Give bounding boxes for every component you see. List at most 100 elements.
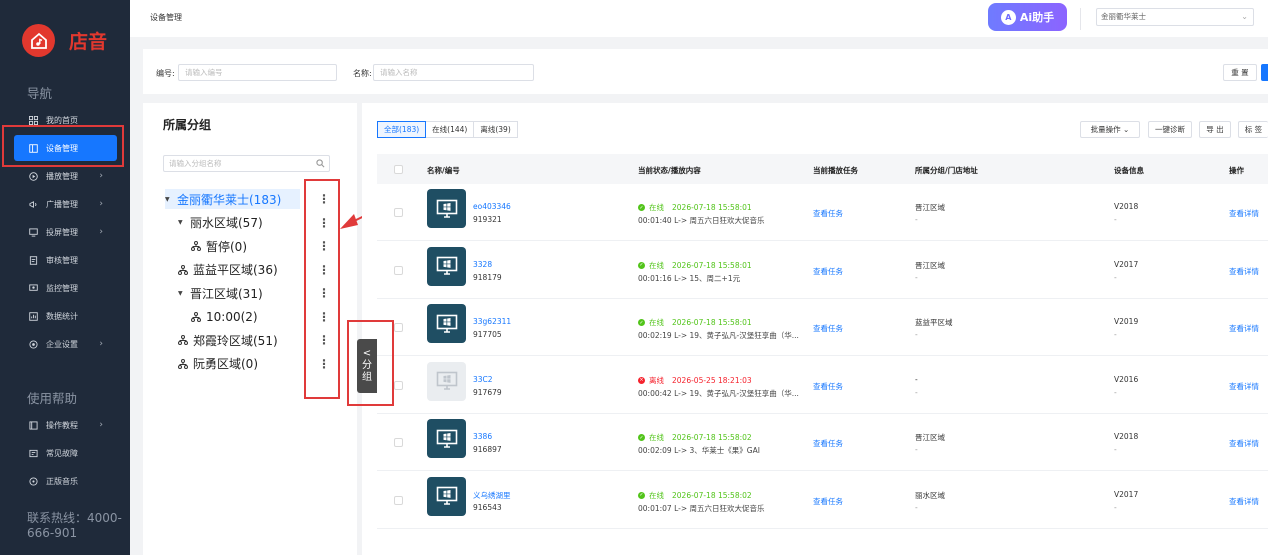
sidebar-item-screen-cast[interactable]: 投屏管理 ›	[14, 219, 117, 245]
status-text: 在线	[649, 203, 664, 212]
table-row[interactable]: 33g62311 917705 ✓ 在线 2026-07-18 15:58:01 00:0…	[377, 299, 1268, 356]
group-tree-title: 所属分组	[163, 118, 212, 132]
tree-node[interactable]: 10:00(2)	[191, 307, 258, 327]
view-task-link[interactable]: 查看任务	[813, 381, 843, 392]
device-code-link[interactable]: eo403346	[473, 202, 511, 211]
device-code-link[interactable]: 33g62311	[473, 317, 511, 326]
tree-node[interactable]: ▼ 晋江区域(31)	[178, 283, 263, 303]
sidebar-item-settings[interactable]: 企业设置 ›	[14, 331, 117, 357]
group-icon	[178, 264, 188, 275]
status-text: 在线	[649, 260, 664, 270]
table-row[interactable]: 3386 916897 ✓ 在线 2026-07-18 15:58:02 00:02:09…	[377, 414, 1268, 471]
caret-down-icon[interactable]: ▼	[178, 290, 186, 297]
device-number: 918179	[473, 272, 502, 282]
sidebar-item-label: 播放管理	[46, 171, 78, 181]
screen-cast-icon	[28, 227, 39, 238]
sidebar-item-monitor[interactable]: 监控管理	[14, 275, 117, 301]
view-task-link[interactable]: 查看任务	[813, 208, 843, 219]
status-text: 在线	[649, 318, 664, 327]
tree-node[interactable]: ▼ 丽水区域(57)	[178, 213, 263, 233]
table-row[interactable]: 3328 918179 ✓ 在线 2026-07-18 15:58:01 00:01:16…	[377, 242, 1268, 299]
batch-operation-button[interactable]: 批量操作 ⌄	[1080, 121, 1140, 138]
device-code-link[interactable]: 义乌绣湖里	[473, 490, 511, 501]
tab-online[interactable]: 在线(144)	[425, 121, 475, 138]
select-all-checkbox[interactable]	[394, 165, 403, 174]
view-task-link[interactable]: 查看任务	[813, 323, 843, 334]
view-detail-link[interactable]: 查看详情	[1229, 323, 1259, 334]
sidebar-item-stats[interactable]: 数据统计	[14, 303, 117, 329]
group-icon	[178, 335, 188, 345]
store-address: -	[915, 445, 918, 454]
device-code-link[interactable]: 3386	[473, 432, 492, 441]
help-item-music[interactable]: 正版音乐	[14, 468, 117, 494]
view-detail-link[interactable]: 查看详情	[1229, 208, 1259, 219]
device-monitor-icon	[427, 246, 466, 286]
chevron-right-icon: ›	[99, 199, 103, 209]
help-item-faq[interactable]: 常见故障	[14, 440, 117, 466]
view-detail-link[interactable]: 查看详情	[1229, 381, 1259, 392]
tag-button[interactable]: 标 签	[1238, 121, 1268, 138]
tree-node-label: 金丽衢华莱士(183)	[177, 192, 282, 207]
tab-all[interactable]: 全部(183)	[377, 121, 427, 138]
view-detail-link[interactable]: 查看详情	[1229, 496, 1259, 507]
help-item-tutorial[interactable]: 操作教程 ›	[14, 412, 117, 438]
export-button[interactable]: 导 出	[1199, 121, 1231, 138]
annotation-box-group-menus	[304, 179, 340, 399]
name-input[interactable]: 请输入名称	[373, 64, 534, 81]
sidebar-item-label: 投屏管理	[46, 227, 78, 237]
code-input[interactable]: 请输入编号	[178, 64, 337, 81]
caret-down-icon[interactable]: ▼	[165, 196, 173, 203]
group-region: 晋江区域	[915, 203, 945, 212]
code-label: 编号:	[156, 69, 175, 78]
sidebar-item-broadcast[interactable]: 广播管理 ›	[14, 191, 117, 217]
faq-icon	[28, 448, 39, 459]
row-checkbox[interactable]	[394, 495, 403, 505]
caret-down-icon[interactable]: ▼	[178, 219, 186, 226]
ai-assistant-button[interactable]: A Ai助手	[988, 3, 1067, 31]
store-address: -	[915, 330, 918, 339]
table-row[interactable]: eo403346 919321 ✓ 在线 2026-07-18 15:58:01 00:0…	[377, 184, 1268, 241]
view-detail-link[interactable]: 查看详情	[1229, 438, 1259, 449]
table-row[interactable]: 义乌绣湖里 916543 ✓ 在线 2026-07-18 15:58:02 00:01:0…	[377, 472, 1268, 529]
tree-node[interactable]: 阮勇区域(0)	[178, 354, 258, 374]
search-button[interactable]	[1261, 64, 1268, 81]
music-icon	[28, 476, 39, 487]
row-checkbox[interactable]	[394, 265, 403, 275]
store-address: -	[915, 215, 918, 224]
chevron-right-icon: ›	[99, 171, 103, 181]
search-icon	[316, 158, 325, 173]
row-checkbox[interactable]	[394, 380, 403, 390]
nav-section-title: 导航	[27, 86, 53, 101]
table-row[interactable]: 33C2 917679 × 离线 2026-05-25 18:21:03 00:00:42…	[377, 357, 1268, 414]
tree-node[interactable]: 郑霞玲区域(51)	[178, 330, 278, 350]
device-code-link[interactable]: 3328	[473, 260, 492, 269]
annotation-box-collapse-toggle	[347, 320, 394, 406]
brand-logo[interactable]: 店音	[22, 24, 107, 57]
tab-offline[interactable]: 离线(39)	[473, 121, 518, 138]
row-checkbox[interactable]	[394, 438, 403, 447]
tree-node-label: 丽水区域(57)	[190, 216, 263, 230]
reset-button[interactable]: 重 置	[1223, 64, 1257, 81]
view-detail-link[interactable]: 查看详情	[1229, 266, 1259, 277]
row-checkbox[interactable]	[394, 323, 403, 332]
tree-node[interactable]: ▼ 金丽衢华莱士(183)	[165, 189, 300, 209]
ai-assistant-label: Ai助手	[1019, 11, 1055, 24]
view-task-link[interactable]: 查看任务	[813, 496, 843, 507]
group-region: 丽水区域	[915, 490, 945, 500]
device-monitor-icon	[427, 189, 466, 228]
group-search-input[interactable]: 请输入分组名称	[163, 155, 330, 172]
view-task-link[interactable]: 查看任务	[813, 266, 843, 277]
diagnose-button[interactable]: 一键诊断	[1148, 121, 1192, 138]
tree-node-label: 阮勇区域(0)	[193, 357, 258, 371]
row-checkbox[interactable]	[394, 208, 403, 217]
sidebar-item-label: 监控管理	[46, 283, 78, 293]
chevron-down-icon: ⌄	[1123, 125, 1130, 134]
device-code-link[interactable]: 33C2	[473, 375, 493, 384]
store-select[interactable]: 金丽衢华莱士 ⌄	[1096, 8, 1254, 26]
stats-icon	[28, 311, 39, 322]
sidebar-item-audit[interactable]: 审核管理	[14, 247, 117, 273]
tree-node[interactable]: 暂停(0)	[191, 236, 247, 256]
tree-node[interactable]: 蓝益平区域(36)	[178, 260, 278, 280]
view-task-link[interactable]: 查看任务	[813, 438, 843, 449]
device-status: × 离线 2026-05-25 18:21:03	[638, 375, 752, 386]
